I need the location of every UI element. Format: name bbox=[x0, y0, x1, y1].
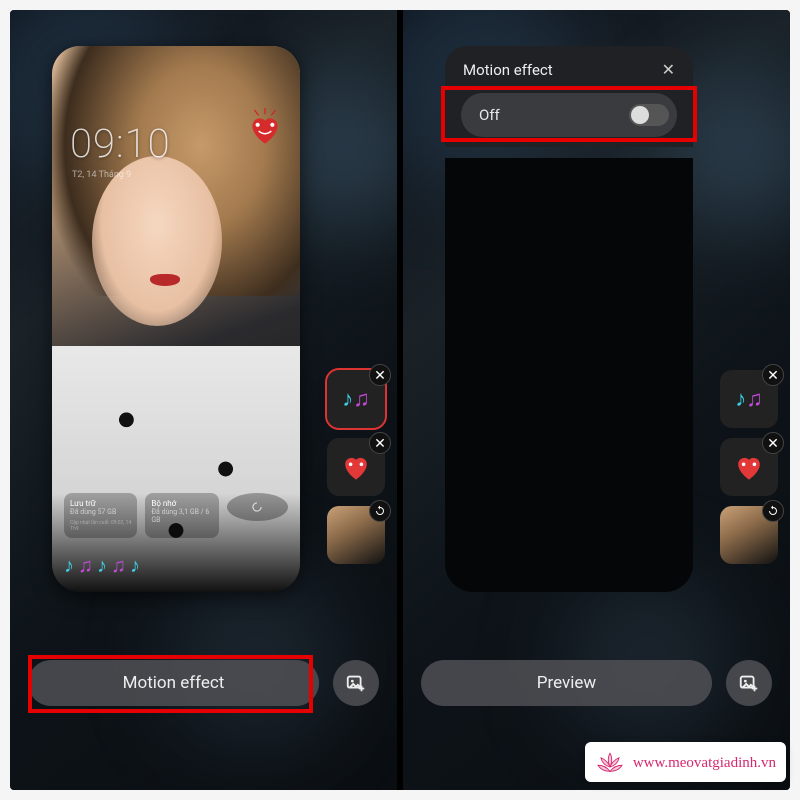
tutorial-side-by-side: 09:10 T2, 14 Tháng 9 Lưu trữ Đã dùng 57 … bbox=[10, 10, 790, 790]
add-image-button[interactable] bbox=[333, 660, 379, 706]
sticker-heart[interactable]: ✕ bbox=[327, 438, 385, 496]
watermark-text: www.meovatgiadinh.vn bbox=[633, 755, 776, 772]
bottom-toolbar: Preview bbox=[421, 660, 772, 706]
heart-widget-icon bbox=[244, 108, 286, 150]
lotus-icon bbox=[595, 750, 625, 776]
motion-toggle-row[interactable]: Off bbox=[461, 93, 677, 137]
sticker-column: ♪♫ ✕ ✕ bbox=[720, 370, 778, 564]
sticker-photo[interactable] bbox=[327, 506, 385, 564]
bottom-toolbar: Motion effect bbox=[28, 660, 379, 706]
sticker-music[interactable]: ♪♫ ✕ bbox=[327, 370, 385, 428]
sticker-music[interactable]: ♪♫ ✕ bbox=[720, 370, 778, 428]
add-image-button[interactable] bbox=[726, 660, 772, 706]
close-icon[interactable]: ✕ bbox=[369, 432, 391, 454]
close-icon[interactable]: ✕ bbox=[662, 60, 675, 79]
image-plus-icon bbox=[738, 672, 760, 694]
lockscreen-clock: 09:10 bbox=[70, 120, 171, 167]
toggle-label: Off bbox=[479, 106, 500, 124]
close-icon[interactable]: ✕ bbox=[762, 432, 784, 454]
music-notes-overlay: ♪ ♫ ♪ ♫ ♪ bbox=[64, 553, 140, 578]
close-icon[interactable]: ✕ bbox=[762, 364, 784, 386]
wallpaper-preview-dimmed bbox=[445, 158, 693, 592]
motion-effect-button[interactable]: Motion effect bbox=[28, 660, 319, 706]
lockscreen-date: T2, 14 Tháng 9 bbox=[72, 170, 131, 180]
popup-title: Motion effect bbox=[463, 61, 553, 79]
toggle-switch[interactable] bbox=[629, 104, 669, 126]
sticker-photo[interactable] bbox=[720, 506, 778, 564]
sticker-column: ♪♫ ✕ ✕ bbox=[327, 370, 385, 564]
lockscreen-widgets: Lưu trữ Đã dùng 57 GB Cập nhật lần cuối:… bbox=[64, 493, 288, 538]
wallpaper-preview: 09:10 T2, 14 Tháng 9 Lưu trữ Đã dùng 57 … bbox=[52, 46, 300, 592]
watermark: www.meovatgiadinh.vn bbox=[585, 742, 786, 782]
optimize-widget bbox=[227, 493, 288, 521]
sticker-heart[interactable]: ✕ bbox=[720, 438, 778, 496]
memory-widget: Bộ nhớ Đã dùng 3,1 GB / 6 GB bbox=[145, 493, 218, 538]
left-panel: 09:10 T2, 14 Tháng 9 Lưu trữ Đã dùng 57 … bbox=[10, 10, 397, 790]
swap-icon[interactable] bbox=[369, 500, 391, 522]
swap-icon[interactable] bbox=[762, 500, 784, 522]
image-plus-icon bbox=[345, 672, 367, 694]
right-panel: Motion effect ✕ Off ♪♫ ✕ ✕ bbox=[403, 10, 790, 790]
switch-knob bbox=[631, 106, 649, 124]
preview-button[interactable]: Preview bbox=[421, 660, 712, 706]
motion-effect-popup: Motion effect ✕ Off bbox=[445, 46, 693, 147]
storage-widget: Lưu trữ Đã dùng 57 GB Cập nhật lần cuối:… bbox=[64, 493, 137, 538]
close-icon[interactable]: ✕ bbox=[369, 364, 391, 386]
